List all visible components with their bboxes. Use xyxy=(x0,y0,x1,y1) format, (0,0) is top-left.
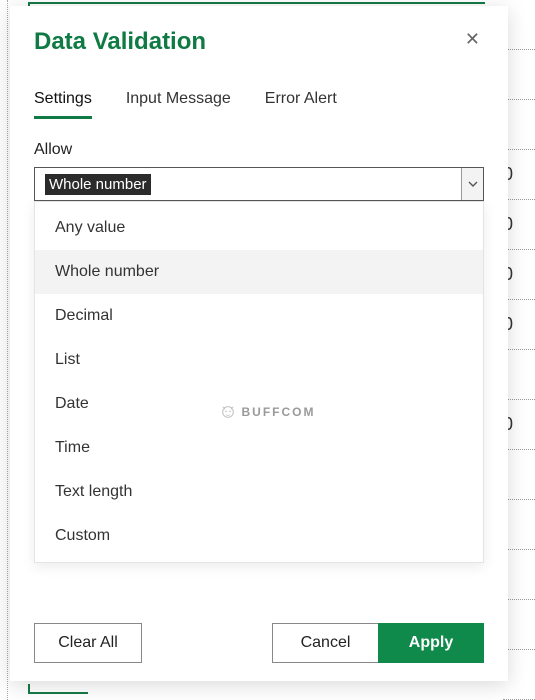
dropdown-option-custom[interactable]: Custom xyxy=(35,514,483,558)
close-button[interactable]: ✕ xyxy=(461,28,484,50)
apply-button[interactable]: Apply xyxy=(378,623,484,663)
allow-selected-value: Whole number xyxy=(45,174,151,195)
dropdown-option-whole-number[interactable]: Whole number xyxy=(35,250,483,294)
allow-combobox[interactable]: Whole number xyxy=(34,167,484,201)
data-validation-dialog: Data Validation ✕ Settings Input Message… xyxy=(10,6,508,681)
tab-input-message[interactable]: Input Message xyxy=(126,90,231,118)
dropdown-option-time[interactable]: Time xyxy=(35,426,483,470)
dropdown-option-text-length[interactable]: Text length xyxy=(35,470,483,514)
dropdown-option-list[interactable]: List xyxy=(35,338,483,382)
cancel-button[interactable]: Cancel xyxy=(272,623,378,663)
chevron-down-icon[interactable] xyxy=(461,168,483,200)
allow-dropdown: Any value Whole number Decimal List Date… xyxy=(34,201,484,563)
tab-error-alert[interactable]: Error Alert xyxy=(265,90,337,118)
dialog-title: Data Validation xyxy=(34,28,206,56)
tab-settings[interactable]: Settings xyxy=(34,90,92,118)
dropdown-option-decimal[interactable]: Decimal xyxy=(35,294,483,338)
dialog-footer: Clear All Cancel Apply xyxy=(34,623,484,663)
dropdown-option-date[interactable]: Date xyxy=(35,382,483,426)
tabs: Settings Input Message Error Alert xyxy=(34,90,484,119)
dropdown-option-any-value[interactable]: Any value xyxy=(35,206,483,250)
allow-label: Allow xyxy=(34,141,484,159)
clear-all-button[interactable]: Clear All xyxy=(34,623,142,663)
